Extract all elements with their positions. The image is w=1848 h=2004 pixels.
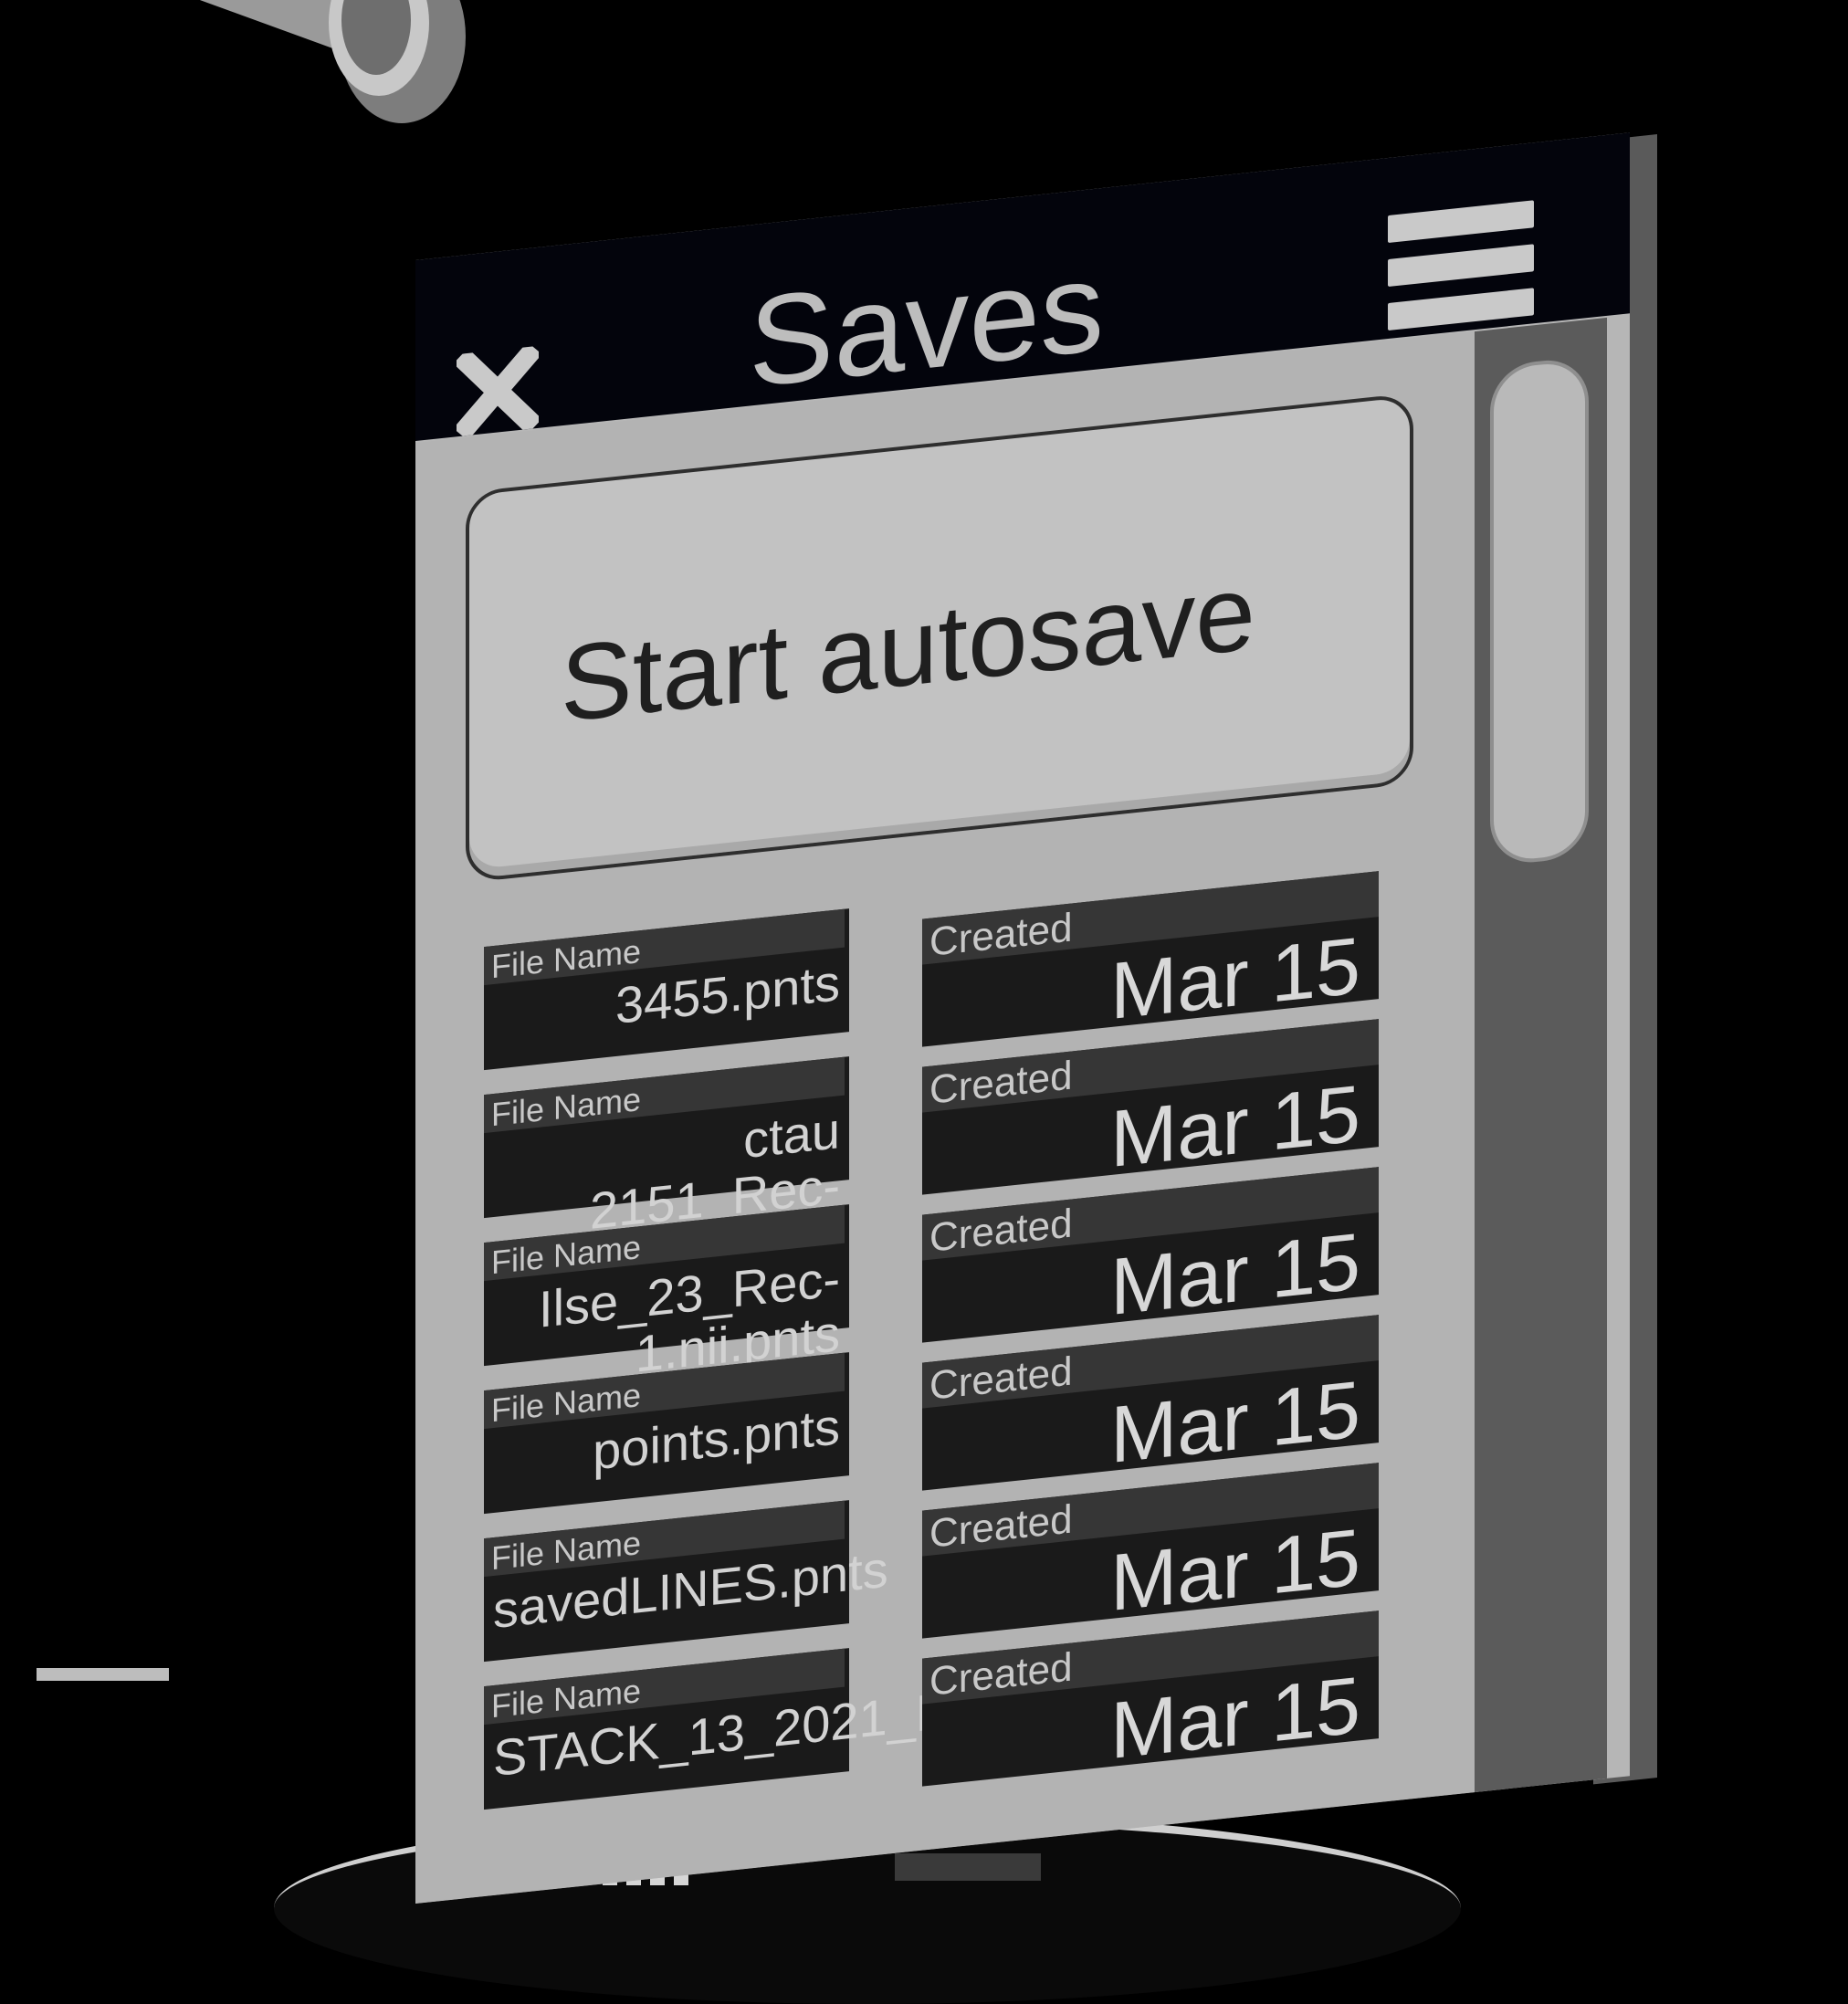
start-autosave-label: Start autosave [561, 551, 1255, 746]
saves-list: File Name 3455.pnts Created Mar 15 File … [484, 845, 1452, 1834]
file-name-cell: File Name savedLINES.pnts [484, 1500, 888, 1663]
file-name-cell: File Name STACK_13_2021_Rec... [484, 1648, 1049, 1810]
close-icon[interactable] [457, 345, 539, 437]
vr-controller-icon [137, 0, 466, 123]
hamburger-menu-icon[interactable] [1388, 200, 1534, 343]
file-name-cell: File Name ctau 2151_Rec-1.nii.pnts [484, 1056, 849, 1290]
floor-marker [37, 1668, 169, 1681]
saves-panel: Saves Start autosave File Name 3455.pnts… [415, 51, 1657, 1913]
panel-surface: Saves Start autosave File Name 3455.pnts… [415, 132, 1630, 1904]
scrollbar-thumb[interactable] [1490, 355, 1589, 867]
